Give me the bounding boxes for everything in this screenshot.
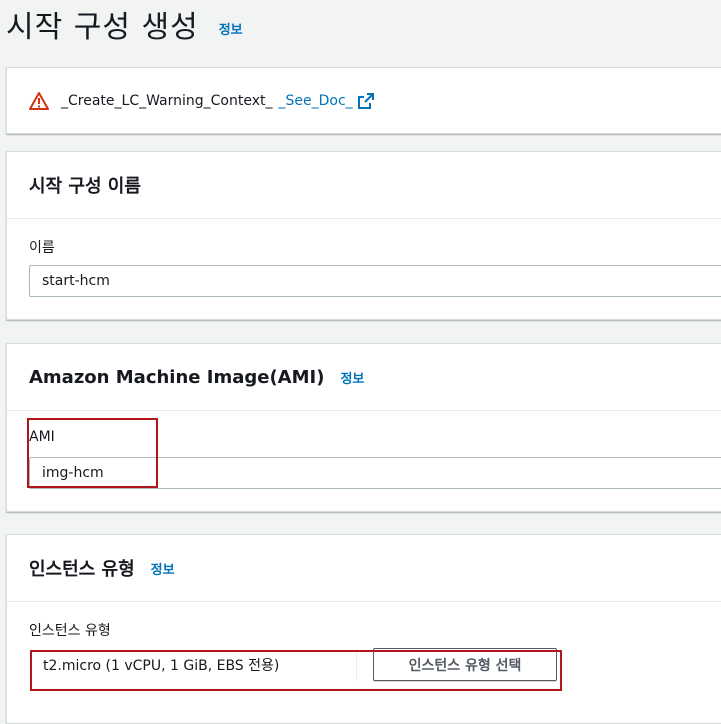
- ami-field-label: AMI: [29, 429, 55, 445]
- see-doc-link[interactable]: _See_Doc_: [279, 93, 353, 109]
- panel-title: 시작 구성 이름: [29, 176, 141, 197]
- instance-type-field-label: 인스턴스 유형: [29, 623, 111, 639]
- ami-panel: Amazon Machine Image(AMI) 정보 AMI: [6, 343, 721, 512]
- warning-alert: _Create_LC_Warning_Context_ _See_Doc_: [6, 67, 721, 134]
- ami-input[interactable]: [29, 457, 721, 489]
- panel-header: Amazon Machine Image(AMI) 정보: [7, 344, 721, 411]
- panel-header: 인스턴스 유형 정보: [7, 535, 721, 602]
- select-instance-type-button[interactable]: 인스턴스 유형 선택: [373, 648, 557, 681]
- page-header: 시작 구성 생성 정보: [6, 4, 243, 52]
- launch-config-name-panel: 시작 구성 이름 이름: [6, 151, 721, 320]
- name-input[interactable]: [29, 265, 721, 297]
- warning-triangle-icon: [29, 91, 49, 111]
- selected-instance-type: t2.micro (1 vCPU, 1 GiB, EBS 전용): [37, 649, 357, 681]
- external-link-icon[interactable]: [357, 92, 374, 109]
- panel-title: 인스턴스 유형: [29, 559, 135, 580]
- instance-type-info-link[interactable]: 정보: [151, 559, 175, 578]
- page-info-link[interactable]: 정보: [219, 19, 243, 38]
- panel-title: Amazon Machine Image(AMI): [29, 366, 325, 388]
- panel-header: 시작 구성 이름: [7, 152, 721, 219]
- ami-info-link[interactable]: 정보: [340, 368, 364, 387]
- instance-type-panel: 인스턴스 유형 정보 인스턴스 유형 t2.micro (1 vCPU, 1 G…: [6, 534, 721, 724]
- page-title: 시작 구성 생성: [6, 10, 199, 45]
- warning-text: _Create_LC_Warning_Context_: [61, 92, 273, 109]
- name-field-label: 이름: [29, 240, 55, 256]
